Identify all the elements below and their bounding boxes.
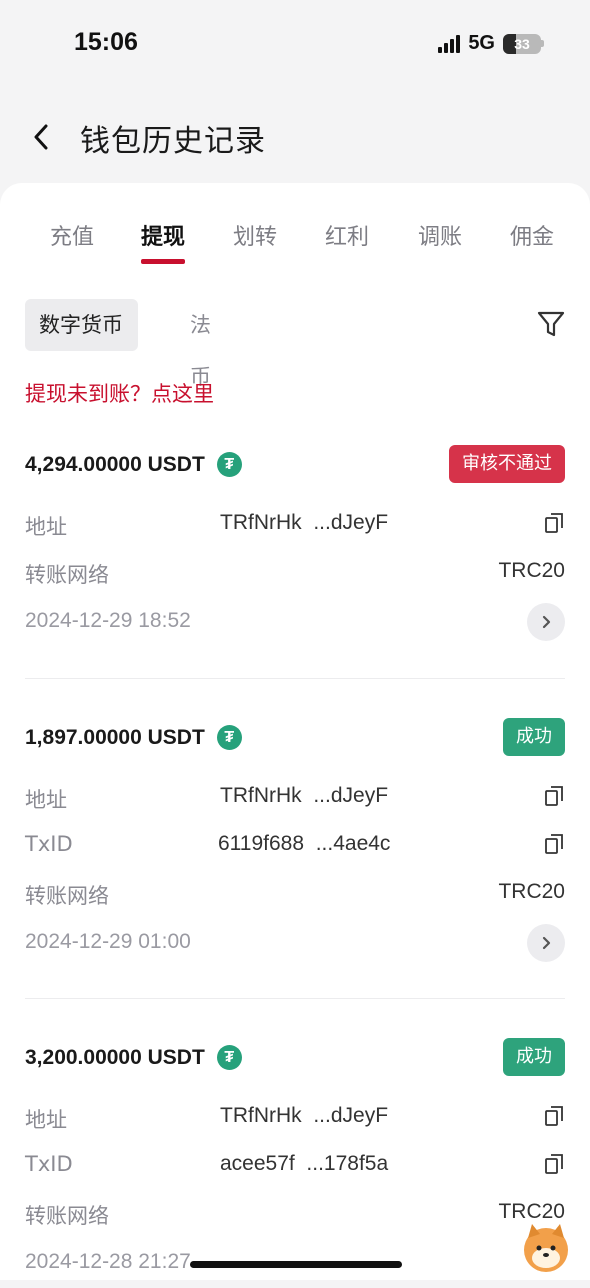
copy-icon[interactable]: [545, 834, 563, 854]
tab-transfer[interactable]: 划转: [220, 219, 290, 251]
tab-adjustment[interactable]: 调账: [405, 219, 475, 251]
txid-label: TxID: [25, 832, 73, 856]
record-header: 3,200.00000 USDT ₮ 成功: [25, 1038, 565, 1078]
address-value: TRfNrHk ...dJeyF: [220, 784, 388, 808]
filter-icon[interactable]: [536, 309, 566, 339]
tab-bar: 充值 提现 划转 红利 调账 佣金: [0, 219, 590, 269]
tab-bonus[interactable]: 红利: [312, 219, 382, 251]
copy-icon[interactable]: [545, 513, 563, 533]
record-amount: 3,200.00000 USDT ₮: [25, 1045, 242, 1070]
record-amount: 1,897.00000 USDT ₮: [25, 725, 242, 750]
details-chevron-icon[interactable]: [527, 924, 565, 962]
tab-commission[interactable]: 佣金: [497, 219, 567, 251]
battery-cap: [541, 40, 544, 47]
network-label: 转账网络: [25, 880, 109, 910]
withdraw-record: 4,294.00000 USDT ₮ 审核不通过 地址 TRfNrHk ...d…: [25, 445, 565, 647]
tab-deposit[interactable]: 充值: [37, 219, 107, 251]
address-label: 地址: [25, 511, 67, 541]
record-time: 2024-12-29 18:52: [25, 609, 191, 633]
record-header: 1,897.00000 USDT ₮ 成功: [25, 718, 565, 758]
page-title: 钱包历史记录: [80, 116, 266, 160]
copy-icon[interactable]: [545, 1106, 563, 1126]
amount-text: 4,294.00000 USDT: [25, 453, 205, 477]
network-value: TRC20: [498, 559, 565, 583]
main-card: 充值 提现 划转 红利 调账 佣金 数字货币 法币 提现未到账？点这里 4,29…: [0, 183, 590, 1280]
battery-percent: 33: [514, 36, 530, 52]
address-value: TRfNrHk ...dJeyF: [220, 511, 388, 535]
network-row: 转账网络 TRC20: [25, 1190, 565, 1238]
status-bar: 15:06 5G 33: [0, 0, 590, 90]
txid-value: acee57f ...178f5a: [220, 1152, 388, 1176]
usdt-icon: ₮: [217, 452, 242, 477]
date-row: 2024-12-29 01:00: [25, 920, 565, 968]
record-header: 4,294.00000 USDT ₮ 审核不通过: [25, 445, 565, 485]
tab-withdraw[interactable]: 提现: [128, 219, 198, 251]
network-label: 转账网络: [25, 559, 109, 589]
address-row: 地址 TRfNrHk ...dJeyF: [25, 774, 565, 822]
amount-text: 1,897.00000 USDT: [25, 726, 205, 750]
status-badge: 审核不通过: [449, 445, 565, 483]
status-indicators: 5G 33: [438, 32, 544, 55]
tab-active-underline: [141, 259, 185, 264]
home-indicator: [190, 1261, 402, 1268]
record-amount: 4,294.00000 USDT ₮: [25, 452, 242, 477]
divider: [25, 998, 565, 999]
status-time: 15:06: [74, 28, 138, 57]
withdraw-help-link[interactable]: 提现未到账？点这里: [25, 378, 214, 408]
status-badge: 成功: [503, 1038, 565, 1076]
segment-fiat[interactable]: 法币: [176, 299, 225, 351]
usdt-icon: ₮: [217, 725, 242, 750]
txid-value: 6119f688 ...4ae4c: [218, 832, 390, 856]
copy-icon[interactable]: [545, 1154, 563, 1174]
usdt-icon: ₮: [217, 1045, 242, 1070]
address-value: TRfNrHk ...dJeyF: [220, 1104, 388, 1128]
network-row: 转账网络 TRC20: [25, 870, 565, 918]
network-row: 转账网络 TRC20: [25, 549, 565, 597]
address-row: 地址 TRfNrHk ...dJeyF: [25, 1094, 565, 1142]
network-value: TRC20: [498, 880, 565, 904]
nav-bar: 钱包历史记录: [0, 100, 590, 175]
record-time: 2024-12-29 01:00: [25, 930, 191, 954]
date-row: 2024-12-29 18:52: [25, 599, 565, 647]
signal-icon: [438, 35, 460, 53]
amount-text: 3,200.00000 USDT: [25, 1046, 205, 1070]
withdraw-record: 1,897.00000 USDT ₮ 成功 地址 TRfNrHk ...dJey…: [25, 718, 565, 968]
status-badge: 成功: [503, 718, 565, 756]
txid-row: TxID acee57f ...178f5a: [25, 1142, 565, 1190]
segment-crypto[interactable]: 数字货币: [25, 299, 138, 351]
address-label: 地址: [25, 1104, 67, 1134]
address-row: 地址 TRfNrHk ...dJeyF: [25, 501, 565, 549]
details-chevron-icon[interactable]: [527, 603, 565, 641]
network-label: 转账网络: [25, 1200, 109, 1230]
withdraw-record: 3,200.00000 USDT ₮ 成功 地址 TRfNrHk ...dJey…: [25, 1038, 565, 1288]
chevron-left-icon[interactable]: [28, 120, 58, 154]
tab-withdraw-label: 提现: [141, 225, 185, 250]
txid-label: TxID: [25, 1152, 73, 1176]
record-time: 2024-12-28 21:27: [25, 1250, 191, 1274]
txid-row: TxID 6119f688 ...4ae4c: [25, 822, 565, 870]
divider: [25, 678, 565, 679]
mascot-icon[interactable]: [518, 1220, 574, 1276]
network-label: 5G: [468, 32, 495, 55]
battery-icon: 33: [503, 34, 541, 54]
copy-icon[interactable]: [545, 786, 563, 806]
address-label: 地址: [25, 784, 67, 814]
